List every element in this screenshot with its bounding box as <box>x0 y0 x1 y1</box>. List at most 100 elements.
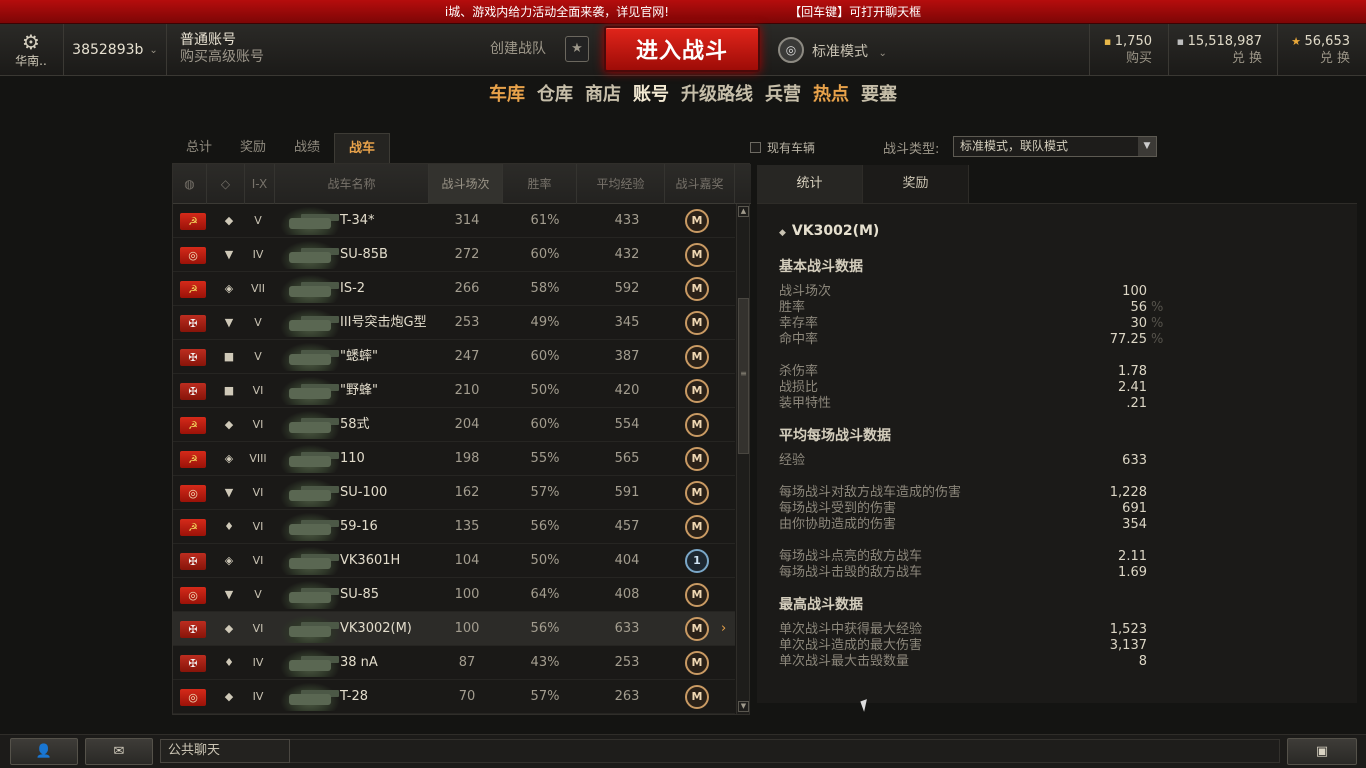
nation-flag-icon: ☭ <box>180 417 206 434</box>
battle-mode-icon[interactable]: ◎ <box>778 37 804 63</box>
credits-counter[interactable]: ▪ 15,518,987 兑 换 <box>1176 24 1262 76</box>
vehicle-type-icon: ◇ <box>220 177 231 191</box>
stat-label: 单次战斗中获得最大经验 <box>779 622 923 637</box>
table-row[interactable]: ✠ ◆ VI VK3002(M) 100 56% 633 M › <box>173 612 735 646</box>
enter-battle-button[interactable]: 进入战斗 <box>604 26 760 72</box>
gold-counter[interactable]: ▪ 1,750 购买 <box>1096 24 1152 76</box>
tab-vehicles[interactable]: 战车 <box>334 133 391 163</box>
nav-depot[interactable]: 仓库 <box>537 80 573 108</box>
chat-bubbles-icon: ✉ <box>113 744 125 759</box>
battles-cell: 100 <box>454 621 480 636</box>
table-row[interactable]: ◎ ▼ VI SU-100 162 57% 591 M <box>173 476 735 510</box>
stat-label: 单次战斗最大击毁数量 <box>779 654 910 669</box>
mastery-badge-icon: 1 <box>685 549 709 573</box>
nav-barracks[interactable]: 兵营 <box>765 80 801 108</box>
account-dropdown[interactable]: 3852893b ⌄ <box>64 24 166 76</box>
mastery-column-header[interactable]: 战斗嘉奖 <box>665 164 735 204</box>
tank-image <box>281 275 339 303</box>
battle-type-value: 标准模式，联队模式 <box>960 139 1069 153</box>
tier-cell: VI <box>252 486 264 499</box>
table-row[interactable]: ✠ ◈ VI VK3601H 104 50% 404 1 <box>173 544 735 578</box>
table-row[interactable]: ◎ ▼ IV SU-85B 272 60% 432 M <box>173 238 735 272</box>
nation-flag-icon: ✠ <box>180 621 206 638</box>
buy-premium-link[interactable]: 购买高级账号 <box>180 49 310 66</box>
winrate-cell: 55% <box>530 451 560 466</box>
battles-column-header[interactable]: 战斗场次 <box>429 164 503 204</box>
tank-image <box>281 547 339 575</box>
team-star-icon[interactable]: ★ <box>565 36 589 62</box>
tab-awards[interactable]: 奖励 <box>226 133 280 163</box>
nav-fortress[interactable]: 要塞 <box>861 80 897 108</box>
public-chat-button[interactable]: 公共聊天 <box>160 739 290 763</box>
promo-banner[interactable]: i城、游戏内给力活动全面来袭，详见官网! 【回车键】可打开聊天框 <box>0 0 1366 24</box>
stat-row: 战损比 2.41 <box>779 380 1147 396</box>
messages-button[interactable]: ✉ <box>85 738 153 765</box>
nav-garage[interactable]: 车库 <box>489 80 525 108</box>
winrate-cell: 50% <box>530 553 560 568</box>
battle-type-select[interactable]: 标准模式，联队模式 ▼ <box>953 136 1157 157</box>
tab-statistics[interactable]: 统计 <box>757 165 863 203</box>
star-icon: ★ <box>1291 35 1305 48</box>
scroll-up-icon[interactable]: ▲ <box>738 206 749 217</box>
stat-row: 单次战斗造成的最大伤害 3,137 <box>779 638 1147 654</box>
owned-checkbox[interactable] <box>750 142 761 153</box>
table-row[interactable]: ◎ ◆ IV T-28 70 57% 263 M <box>173 680 735 714</box>
battles-cell: 210 <box>454 383 480 398</box>
tank-image <box>281 649 339 677</box>
nav-account[interactable]: 账号 <box>633 80 669 108</box>
tab-records[interactable]: 战绩 <box>280 133 334 163</box>
table-row[interactable]: ✠ ▼ V III号突击炮G型 253 49% 345 M <box>173 306 735 340</box>
avg-xp-cell: 554 <box>614 417 640 432</box>
nav-shop[interactable]: 商店 <box>585 80 621 108</box>
table-row[interactable]: ✠ ■ V "蟋蟀" 247 60% 387 M <box>173 340 735 374</box>
battle-mode-dropdown[interactable]: 标准模式 ⌄ <box>812 41 887 61</box>
battles-cell: 204 <box>454 417 480 432</box>
table-row[interactable]: ☭ ◈ VIII 110 198 55% 565 M <box>173 442 735 476</box>
stat-unit: % <box>1151 332 1164 347</box>
stat-row: 由你协助造成的伤害 354 <box>779 517 1147 533</box>
nation-flag-icon: ✠ <box>180 315 206 332</box>
tab-summary[interactable]: 总计 <box>172 133 226 163</box>
stat-row: 单次战斗中获得最大经验 1,523 <box>779 622 1147 638</box>
avg-xp-cell: 565 <box>614 451 640 466</box>
tab-detail-awards[interactable]: 奖励 <box>863 165 969 203</box>
avg-xp-cell: 420 <box>614 383 640 398</box>
scroll-down-icon[interactable]: ▼ <box>738 701 749 712</box>
name-column-header[interactable]: 战车名称 <box>275 164 429 204</box>
avg-xp-cell: 404 <box>614 553 640 568</box>
vehicle-name-cell: SU-85 <box>340 587 379 602</box>
nav-techtree[interactable]: 升级路线 <box>681 80 753 108</box>
vehicle-name-cell: IS-2 <box>340 281 366 296</box>
account-type-block[interactable]: 普通账号 购买高级账号 <box>180 32 310 66</box>
scroll-thumb[interactable]: ≡ <box>738 298 749 454</box>
table-row[interactable]: ☭ ◈ VII IS-2 266 58% 592 M <box>173 272 735 306</box>
stat-row: 杀伤率 1.78 <box>779 364 1147 380</box>
table-row[interactable]: ☭ ♦ VI 59-16 135 56% 457 M <box>173 510 735 544</box>
table-row[interactable]: ✠ ♦ IV 38 nA 87 43% 253 M <box>173 646 735 680</box>
create-team-button[interactable]: 创建战队 <box>490 38 546 58</box>
notifications-button[interactable]: ▣ <box>1287 738 1357 765</box>
table-row[interactable]: ✠ ■ VI "野蜂" 210 50% 420 M <box>173 374 735 408</box>
nation-column-header[interactable]: ◍ <box>173 164 207 204</box>
owned-vehicles-filter[interactable]: 现有车辆 <box>750 139 815 156</box>
avg-xp-column-header[interactable]: 平均经验 <box>577 164 665 204</box>
contacts-button[interactable]: 👤 <box>10 738 78 765</box>
gold-buy-label: 购买 <box>1125 51 1152 66</box>
table-row[interactable]: ☭ ◆ V T-34* 314 61% 433 M <box>173 204 735 238</box>
winrate-column-header[interactable]: 胜率 <box>503 164 577 204</box>
settings-button[interactable]: ⚙ 华南.. <box>0 24 62 76</box>
nav-hotspot[interactable]: 热点 <box>813 80 849 108</box>
table-row[interactable]: ☭ ◆ VI 58式 204 60% 554 M <box>173 408 735 442</box>
stat-row: 幸存率 30% <box>779 316 1163 332</box>
stat-row: 战斗场次 100 <box>779 284 1147 300</box>
stat-row: 每场战斗点亮的敌方战车 2.11 <box>779 549 1147 565</box>
chat-input[interactable] <box>290 739 1280 763</box>
vehicle-type-icon: ◈ <box>224 282 234 295</box>
table-scrollbar[interactable]: ▲ ≡ ▼ <box>736 204 749 714</box>
vehicle-name-cell: III号突击炮G型 <box>340 315 427 330</box>
free-xp-counter[interactable]: ★ 56,653 兑 换 <box>1284 24 1350 76</box>
stat-label: 幸存率 <box>779 316 819 331</box>
type-column-header[interactable]: ◇ <box>207 164 245 204</box>
table-row[interactable]: ◎ ▼ V SU-85 100 64% 408 M <box>173 578 735 612</box>
tier-column-header[interactable]: I-X <box>245 164 275 204</box>
